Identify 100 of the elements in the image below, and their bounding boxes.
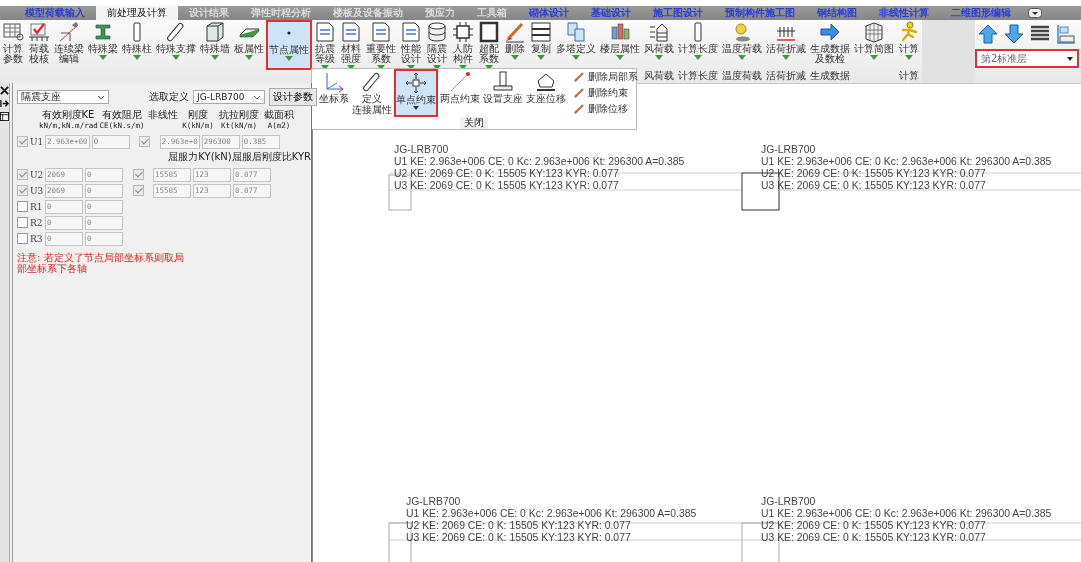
ribbon-button[interactable]: 多塔定义	[554, 20, 598, 70]
menu-item[interactable]: 两点约束	[439, 69, 481, 117]
group-label: 活荷折减	[766, 70, 806, 82]
ribbon-panel	[922, 20, 975, 83]
axis-label: U1	[30, 136, 44, 147]
ribbon-button[interactable]: 连续梁 编辑	[52, 20, 86, 70]
support-annotation: U1 KE: 2.963e+006 CE: 0 Kc: 2.963e+006 Kt: 296300 A=0.385	[761, 156, 1052, 168]
pin-icon[interactable]	[0, 99, 9, 108]
support-annotation: U2 KE: 2069 CE: 0 K: 15505 KY:123 KYR: 0.077	[761, 520, 986, 532]
support-annotation: U2 KE: 2069 CE: 0 K: 15505 KY:123 KYR: 0.077	[394, 168, 619, 180]
ribbon-button[interactable]: 活荷折减	[764, 20, 808, 70]
grid-icon	[863, 21, 885, 43]
chip-icon	[452, 21, 474, 43]
design-params-button[interactable]: 设计参数	[269, 88, 317, 106]
menu-item[interactable]: 设置支座	[482, 69, 524, 117]
dot-icon	[287, 31, 291, 35]
caret-icon	[133, 55, 141, 60]
ribbon-button[interactable]: 温度荷载	[720, 20, 764, 70]
checkbox[interactable]	[17, 233, 28, 244]
caret-icon	[285, 56, 293, 61]
column-header: 屈服力KY(kN)屈服后刚度比KYR	[168, 150, 311, 164]
ribbon-button[interactable]: 特殊支撑	[154, 20, 198, 70]
layout-icon[interactable]	[1056, 24, 1076, 44]
support-annotation: U3 KE: 2069 CE: 0 K: 15505 KY:123 KYR: 0.077	[761, 532, 986, 544]
menu-item[interactable]: 删除位移	[572, 101, 639, 117]
ribbon-button[interactable]: 节点属性	[266, 20, 312, 70]
caret-icon	[616, 55, 624, 60]
support-annotation: U2 KE: 2069 CE: 0 K: 15505 KY:123 KYR: 0.077	[406, 520, 631, 532]
support-annotation: U1 KE: 2.963e+006 CE: 0 Kc: 2.963e+006 Kt: 296300 A=0.385	[406, 508, 697, 520]
ribbon-button[interactable]: 抗震 等级	[312, 20, 338, 70]
ribbon-button[interactable]: 重要性 系数	[364, 20, 398, 70]
menu-item[interactable]: 删除局部系	[572, 69, 639, 85]
menu-item[interactable]: 定义 连接属性	[351, 69, 393, 117]
ribbon-button[interactable]: 特殊柱	[120, 20, 154, 70]
ribbon-button[interactable]: 楼层属性	[598, 20, 642, 70]
ribbon-button[interactable]: 计算 参数	[0, 20, 26, 70]
ribbon-button[interactable]: 人防 构件	[450, 20, 476, 70]
group-label: 风荷载	[644, 70, 674, 82]
type-dropdown[interactable]: 隔震支座	[17, 90, 109, 104]
group-label: 温度荷载	[722, 70, 762, 82]
define-dropdown[interactable]: JG-LRB700	[193, 90, 265, 104]
group-label: 关闭	[460, 117, 488, 129]
up-arrow-icon[interactable]	[978, 24, 998, 44]
ribbon-button[interactable]: 生成数据 及数检	[808, 20, 852, 70]
brush-icon	[504, 21, 526, 43]
ribbon-button[interactable]: 删除	[502, 20, 528, 70]
menu-item[interactable]: 删除约束	[572, 85, 639, 101]
ribbon-button[interactable]: 性能 设计	[398, 20, 424, 70]
caret-icon	[905, 55, 913, 60]
ribbon-button[interactable]: 风荷载	[642, 20, 676, 70]
caret-icon	[321, 65, 329, 70]
brush-icon	[573, 103, 585, 115]
document-icon	[314, 21, 336, 43]
caret-icon	[413, 106, 419, 110]
support-annotation: JG-LRB700	[761, 496, 816, 508]
caret-icon	[511, 55, 519, 60]
chevron-icon	[253, 94, 261, 100]
support-annotation: JG-LRB700	[394, 144, 449, 156]
caret-icon	[485, 65, 493, 70]
ribbon-button[interactable]: 计算简图	[852, 20, 896, 70]
menu-item[interactable]: 支座位移	[525, 69, 567, 117]
ribbon-button[interactable]: 计算长度	[676, 20, 720, 70]
cross-arrows-icon	[405, 72, 427, 94]
brush-icon	[573, 87, 585, 99]
caret-icon	[433, 65, 441, 70]
ribbon-button[interactable]: 特殊梁	[86, 20, 120, 70]
column-header: 非线性	[147, 110, 179, 122]
caret-icon	[1067, 56, 1073, 61]
menu-item[interactable]: 坐标系	[318, 69, 350, 117]
caret-icon	[572, 55, 580, 60]
axis-label: R3	[30, 233, 43, 244]
ribbon-button[interactable]: 计算	[896, 20, 922, 70]
ribbon-button[interactable]: 材料 强度	[338, 20, 364, 70]
floor-dropdown[interactable]: 第2标准层	[975, 49, 1079, 68]
pencil-icon	[58, 21, 80, 43]
checkbox[interactable]	[17, 201, 28, 212]
ribbon-tab[interactable]: 前处理及计算	[96, 6, 178, 20]
support-annotation: JG-LRB700	[761, 144, 816, 156]
document-icon	[370, 21, 392, 43]
support-annotation: U3 KE: 2069 CE: 0 K: 15505 KY:123 KYR: 0.077	[406, 532, 631, 544]
caret-icon	[377, 65, 385, 70]
axes-icon	[323, 71, 345, 93]
caret-icon	[738, 55, 746, 60]
line-icon	[449, 71, 471, 93]
ribbon-button[interactable]: 荷载 校核	[26, 20, 52, 70]
ribbon-button[interactable]: 特殊墙	[198, 20, 232, 70]
window-icon[interactable]	[0, 112, 9, 121]
collapse-icon[interactable]	[1028, 8, 1042, 18]
support-annotation: U1 KE: 2.963e+006 CE: 0 Kc: 2.963e+006 Kt: 296300 A=0.385	[761, 508, 1052, 520]
down-arrow-icon[interactable]	[1004, 24, 1024, 44]
ribbon-button[interactable]: 复制	[528, 20, 554, 70]
checkbox[interactable]	[17, 217, 28, 228]
checkmark-icon	[28, 21, 50, 43]
menu-item[interactable]: 单点约束	[394, 69, 438, 117]
ribbon-button[interactable]: 板属性	[232, 20, 266, 70]
node-symbol	[741, 522, 780, 562]
ribbon-button[interactable]: 超配 系数	[476, 20, 502, 70]
caret-icon	[172, 55, 180, 60]
close-icon[interactable]	[0, 86, 9, 95]
beam-icon	[92, 21, 114, 43]
